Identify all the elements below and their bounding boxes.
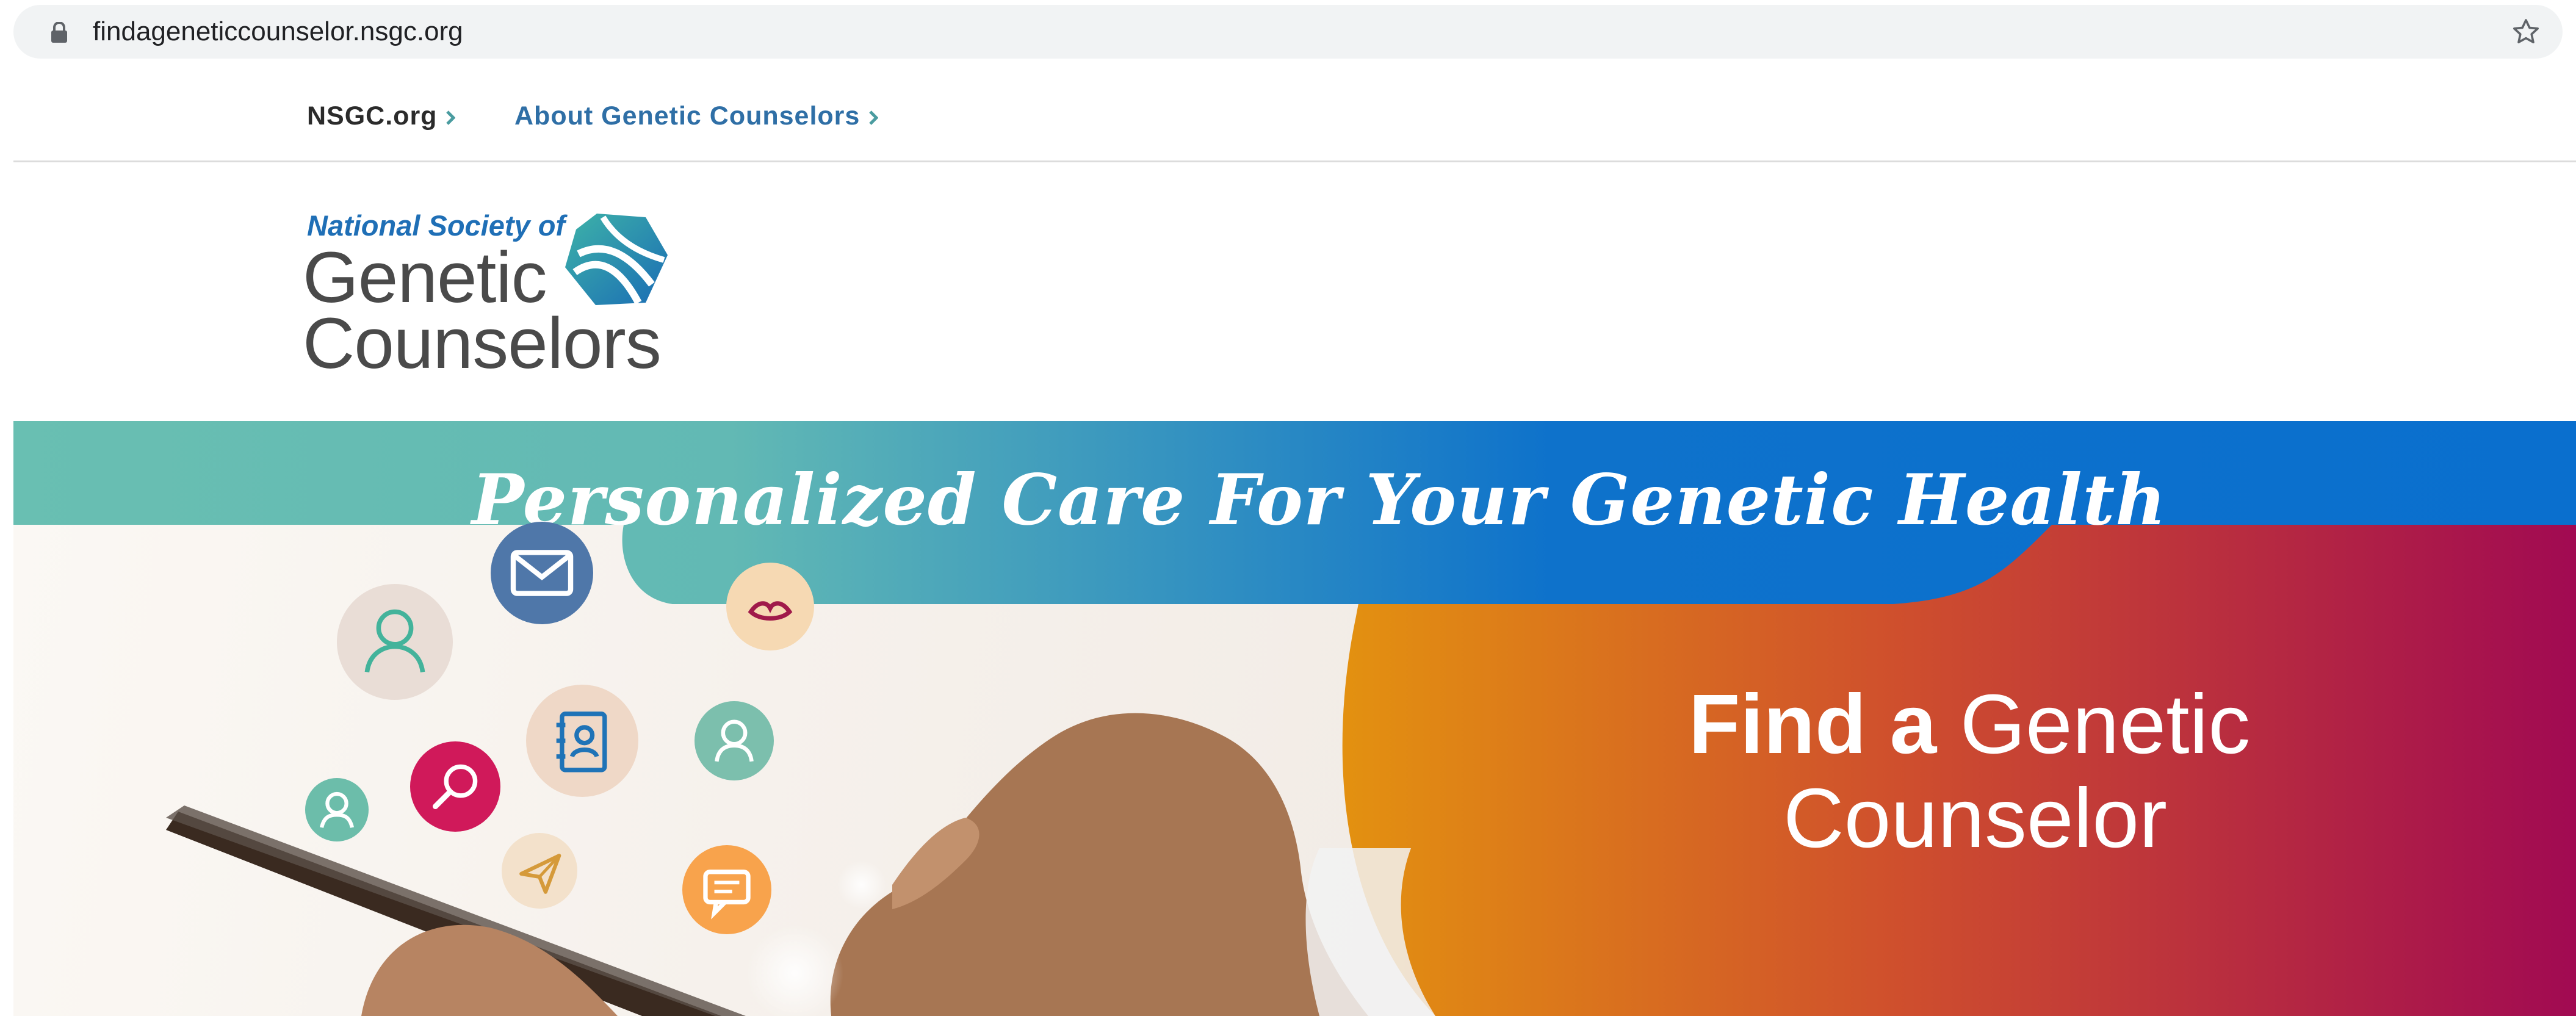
url-text[interactable]: findageneticcounselor.nsgc.org <box>93 5 463 59</box>
hero-headline-rest: Genetic <box>1960 677 2251 771</box>
nav-link-label: NSGC.org <box>307 101 438 131</box>
hero-tagline: Personalized Care For Your Genetic Healt… <box>471 459 2167 541</box>
address-book-icon <box>526 685 638 797</box>
nav-link-label: About Genetic Counselors <box>514 101 860 131</box>
hands-icon <box>726 563 814 650</box>
nav-link-about-genetic-counselors[interactable]: About Genetic Counselors <box>514 95 879 137</box>
user-female-icon <box>305 778 369 841</box>
hero-headline-line2: Counselor <box>1783 771 2168 865</box>
user-icon <box>695 701 774 780</box>
magnifier-icon <box>410 741 500 832</box>
lock-icon <box>51 22 67 43</box>
chat-icon <box>682 845 771 934</box>
logo-line-counselors: Counselors <box>303 303 662 384</box>
dna-hexagon-logo-icon <box>565 214 668 305</box>
paper-plane-icon <box>502 833 577 909</box>
mail-icon <box>491 522 593 624</box>
chevron-right-icon <box>869 110 879 125</box>
hero-headline[interactable]: Find a Genetic <box>1689 676 2250 773</box>
nav-divider <box>13 160 2576 162</box>
chevron-right-icon <box>446 110 456 125</box>
nav-link-nsgc[interactable]: NSGC.org <box>307 95 456 137</box>
hero-headline-bold: Find a <box>1689 677 1937 771</box>
user-icon <box>337 584 453 700</box>
star-icon[interactable] <box>2511 17 2541 46</box>
address-bar[interactable]: findageneticcounselor.nsgc.org <box>13 5 2563 59</box>
hero-banner: Personalized Care For Your Genetic Healt… <box>13 421 2576 1016</box>
